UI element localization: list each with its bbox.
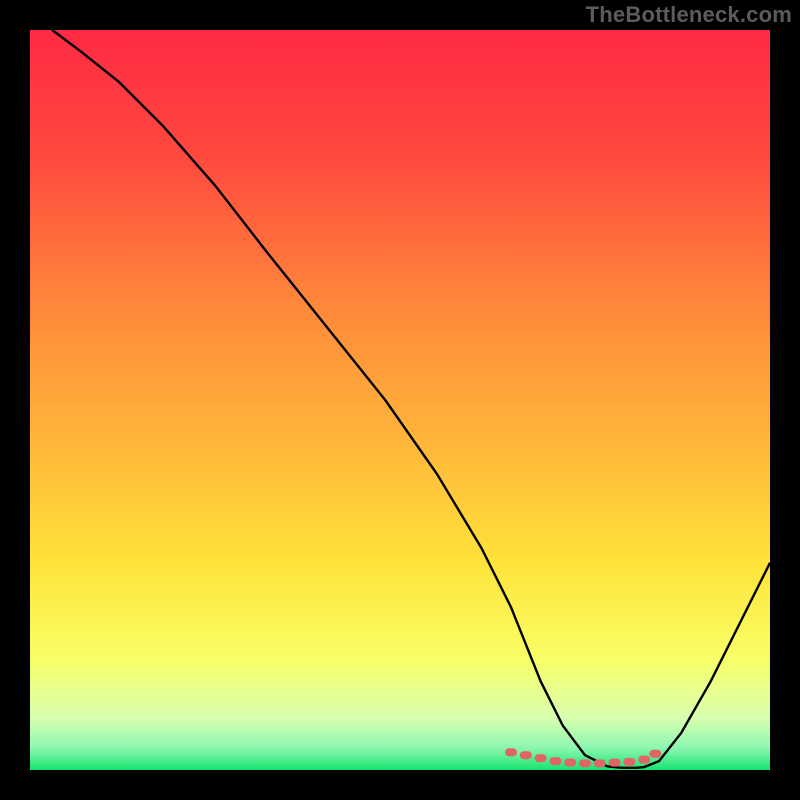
marker-dot [520, 751, 532, 759]
plot-area [30, 30, 770, 770]
plot-svg [30, 30, 770, 770]
marker-dot [638, 756, 650, 764]
marker-dot [594, 759, 606, 767]
chart-frame: TheBottleneck.com [0, 0, 800, 800]
marker-dot [549, 757, 561, 765]
gradient-background [30, 30, 770, 770]
watermark-text: TheBottleneck.com [586, 2, 792, 28]
marker-dot [609, 759, 621, 767]
marker-dot [623, 758, 635, 766]
marker-dot [579, 759, 591, 767]
marker-dot [535, 754, 547, 762]
marker-dot [649, 750, 661, 758]
marker-dot [505, 748, 517, 756]
marker-dot [564, 759, 576, 767]
